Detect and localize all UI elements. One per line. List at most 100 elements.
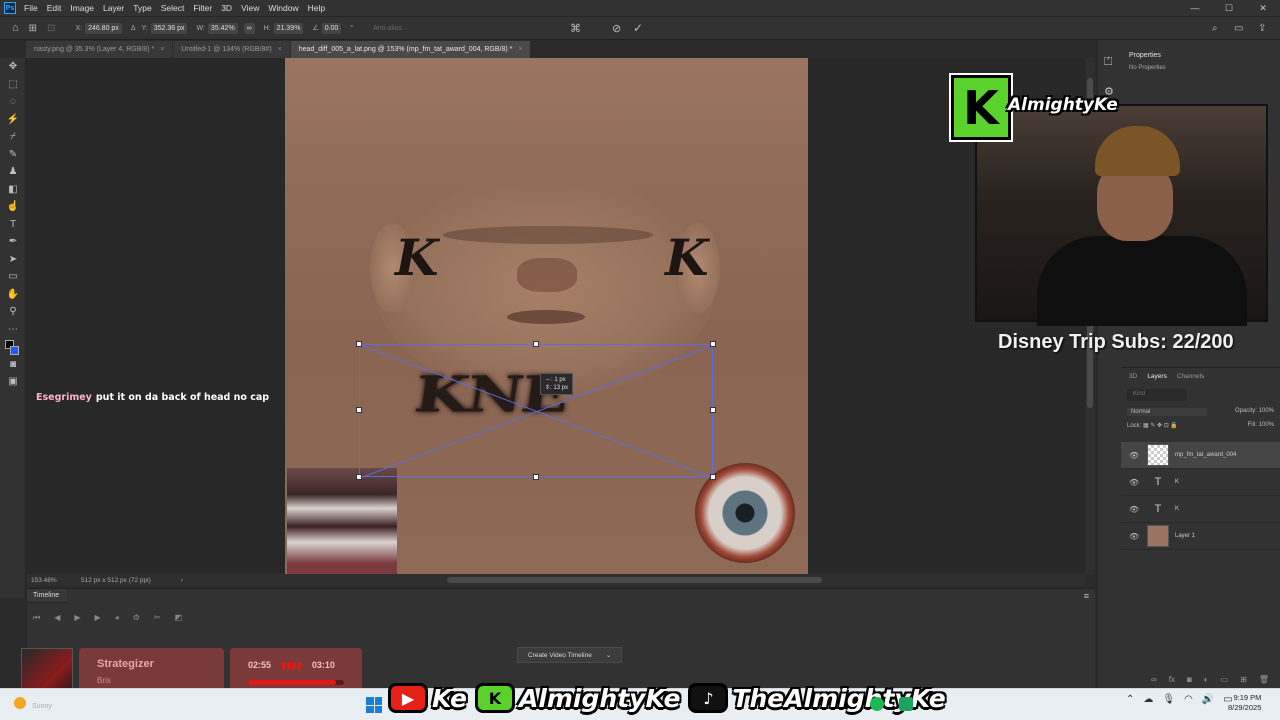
type-tool-icon[interactable]: T — [0, 216, 26, 234]
height-input[interactable]: 21.39% — [273, 22, 304, 34]
cancel-transform-icon[interactable]: ⊘ — [612, 22, 621, 35]
reference-point-icon[interactable]: ⊡ — [47, 23, 55, 34]
screen-mode-icon[interactable]: ▣ — [0, 373, 26, 391]
link-icon[interactable]: ∞ — [243, 22, 255, 34]
tab-close-icon[interactable]: × — [160, 46, 164, 53]
tab-3d[interactable]: 3D — [1129, 373, 1137, 380]
move-tool-icon[interactable]: ⊞ — [29, 23, 37, 34]
lasso-tool-icon[interactable]: ◌ — [0, 93, 26, 111]
tab-untitled[interactable]: Untitled-1 @ 134% (RGB/8#) × — [173, 41, 290, 58]
tab-channels[interactable]: Channels — [1177, 373, 1204, 380]
menu-edit[interactable]: Edit — [47, 3, 62, 13]
properties-title[interactable]: Properties — [1121, 40, 1280, 63]
shape-tool-icon[interactable]: ▭ — [0, 268, 26, 286]
volume-icon[interactable]: 🔊 — [1202, 694, 1214, 705]
play-icon[interactable]: ▶ — [74, 613, 80, 623]
document-canvas[interactable]: K K KNE — [285, 58, 808, 574]
menu-filter[interactable]: Filter — [193, 3, 212, 13]
panel-menu-icon[interactable]: ≡ — [1084, 591, 1089, 601]
move-tool-icon[interactable]: ✥ — [0, 58, 26, 76]
spotify-icon[interactable] — [870, 697, 884, 711]
chevron-down-icon[interactable]: ⌄ — [606, 652, 611, 659]
interpolation-icon[interactable]: ° — [350, 25, 353, 32]
angle-input[interactable]: 0.00 — [321, 22, 342, 34]
pen-tool-icon[interactable]: ✒ — [0, 233, 26, 251]
more-tools-icon[interactable]: ⋯ — [0, 321, 26, 339]
menu-type[interactable]: Type — [133, 3, 151, 13]
workspace-icon[interactable]: ▭ — [1234, 23, 1243, 34]
menu-layer[interactable]: Layer — [103, 3, 124, 13]
color-swatches[interactable] — [0, 338, 26, 356]
menu-image[interactable]: Image — [70, 3, 94, 13]
next-frame-icon[interactable]: ▶ — [95, 613, 101, 623]
menu-file[interactable]: File — [24, 3, 38, 13]
clock[interactable]: 9:19 PM 8/29/2025 — [1228, 693, 1261, 713]
status-menu-icon[interactable]: › — [181, 577, 183, 584]
handle-right[interactable] — [710, 407, 716, 413]
marquee-tool-icon[interactable]: ⬚ — [0, 76, 26, 94]
handle-bottom-right[interactable] — [710, 474, 716, 480]
group-icon[interactable]: ▭ — [1221, 675, 1229, 684]
visibility-eye-icon[interactable]: 👁 — [1129, 478, 1143, 487]
network-app-icon[interactable]: ☁ — [1143, 694, 1153, 705]
split-icon[interactable]: ✂ — [154, 613, 161, 623]
eraser-tool-icon[interactable]: ◧ — [0, 181, 26, 199]
layer-row[interactable]: 👁 T K — [1121, 469, 1280, 496]
transform-bounding-box[interactable] — [356, 341, 716, 480]
tab-head-diff[interactable]: head_diff_005_a_lat.png @ 153% (mp_fm_ta… — [290, 41, 531, 58]
tab-close-icon[interactable]: × — [278, 46, 282, 53]
eyedropper-tool-icon[interactable]: ⌿ — [0, 128, 26, 146]
close-icon[interactable]: ✕ — [1246, 0, 1280, 16]
transition-icon[interactable]: ◩ — [175, 613, 183, 623]
settings-icon[interactable]: ⚙ — [133, 613, 140, 623]
fill-input[interactable]: 100% — [1259, 422, 1274, 428]
visibility-eye-icon[interactable]: 👁 — [1129, 451, 1143, 460]
handle-bottom-left[interactable] — [356, 474, 362, 480]
zoom-level[interactable]: 153.48% — [31, 577, 71, 584]
first-frame-icon[interactable]: ⏮ — [33, 613, 40, 623]
stamp-tool-icon[interactable]: ♟ — [0, 163, 26, 181]
app-icon[interactable] — [899, 697, 913, 711]
y-input[interactable]: 352.36 px — [150, 22, 188, 34]
quick-mask-icon[interactable]: ◙ — [0, 356, 26, 374]
menu-window[interactable]: Window — [268, 3, 298, 13]
visibility-eye-icon[interactable]: 👁 — [1129, 505, 1143, 514]
audio-icon[interactable]: ◂ — [115, 613, 119, 623]
mask-icon[interactable]: ◙ — [1187, 675, 1192, 684]
home-icon[interactable]: ⌂ — [12, 22, 19, 34]
handle-left[interactable] — [356, 407, 362, 413]
layer-row[interactable]: 👁 Layer 1 — [1121, 523, 1280, 550]
trash-icon[interactable]: 🗑 — [1259, 675, 1269, 684]
visibility-eye-icon[interactable]: 👁 — [1129, 532, 1143, 541]
menu-help[interactable]: Help — [308, 3, 325, 13]
horizontal-scrollbar[interactable] — [447, 577, 822, 583]
search-icon[interactable]: ⌕ — [1212, 23, 1218, 34]
layer-row[interactable]: 👁 mp_fm_tat_award_004 — [1121, 442, 1280, 469]
tab-nasty[interactable]: nasty.png @ 35.3% (Layer 4, RGB/8) * × — [26, 41, 173, 58]
new-layer-icon[interactable]: ⊞ — [1240, 675, 1247, 684]
lock-icons[interactable]: ▦ ✎ ✥ ⊡ 🔒 — [1143, 423, 1178, 429]
width-input[interactable]: 35.42% — [207, 22, 238, 34]
timeline-title[interactable]: Timeline — [27, 589, 67, 603]
microphone-icon[interactable]: 🎙 — [1162, 694, 1175, 705]
adjustment-icon[interactable]: ◐ — [1204, 675, 1209, 684]
handle-top-right[interactable] — [710, 341, 716, 347]
history-icon[interactable]: ⏍ — [1104, 56, 1115, 69]
layer-row[interactable]: 👁 T K — [1121, 496, 1280, 523]
handle-top[interactable] — [533, 341, 539, 347]
antialias-checkbox[interactable]: Anti-alias — [373, 25, 402, 32]
layer-filter-input[interactable]: Kind — [1127, 389, 1187, 401]
handle-top-left[interactable] — [356, 341, 362, 347]
windows-start-icon[interactable] — [366, 697, 382, 713]
weather-sun-icon[interactable] — [14, 697, 26, 709]
wifi-icon[interactable]: ◠ — [1184, 694, 1193, 705]
commit-transform-icon[interactable]: ✓ — [633, 21, 643, 35]
handle-bottom[interactable] — [533, 474, 539, 480]
chevron-up-icon[interactable]: ⌃ — [1126, 694, 1134, 705]
warp-icon[interactable]: ⌘ — [570, 22, 581, 35]
link-layers-icon[interactable]: ∞ — [1151, 675, 1157, 684]
magic-wand-tool-icon[interactable]: ⚡ — [0, 111, 26, 129]
x-input[interactable]: 246.80 px — [85, 22, 122, 34]
path-select-tool-icon[interactable]: ➤ — [0, 251, 26, 269]
hand-tool-icon[interactable]: ✋ — [0, 286, 26, 304]
